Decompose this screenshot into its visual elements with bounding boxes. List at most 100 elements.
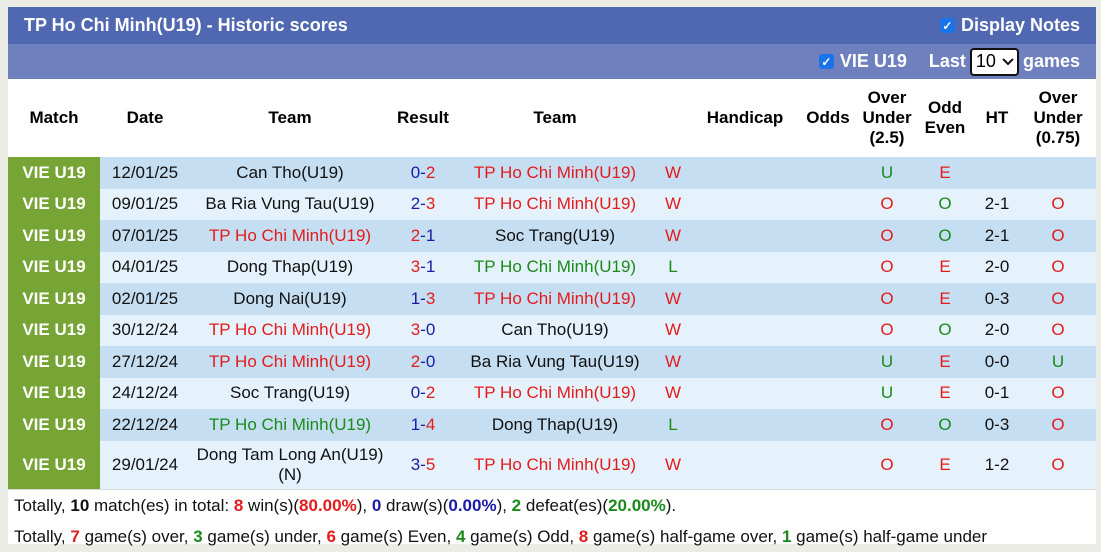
filter-bar: ✓ VIE U19 Last 10 games [8, 44, 1096, 79]
summary-text: match(es) in total: [89, 495, 234, 515]
col-ht: HT [985, 108, 1009, 127]
ht-score-cell [974, 157, 1020, 189]
summary-text: ), [496, 495, 512, 515]
score-cell[interactable]: 3-0 [390, 314, 456, 346]
league-filter-toggle[interactable]: ✓ VIE U19 [818, 51, 907, 72]
score-cell[interactable]: 3-1 [390, 251, 456, 283]
ht-score-cell: 2-0 [974, 314, 1020, 346]
home-team-cell[interactable]: TP Ho Chi Minh(U19) [190, 220, 390, 252]
score-cell[interactable]: 2-0 [390, 346, 456, 378]
away-team-cell[interactable]: Ba Ria Vung Tau(U19) [456, 346, 654, 378]
display-notes-toggle[interactable]: ✓ Display Notes [939, 15, 1080, 36]
league-filter-checkbox[interactable]: ✓ [818, 54, 834, 69]
away-team-cell[interactable]: TP Ho Chi Minh(U19) [456, 377, 654, 409]
home-score: 1 [410, 288, 421, 308]
league-cell[interactable]: VIE U19 [8, 377, 100, 409]
league-cell[interactable]: VIE U19 [8, 251, 100, 283]
result-letter-cell: L [654, 251, 692, 283]
home-team-cell[interactable]: TP Ho Chi Minh(U19) [190, 409, 390, 441]
away-team-cell[interactable]: TP Ho Chi Minh(U19) [456, 188, 654, 220]
ht-over-under-cell: O [1020, 283, 1096, 315]
handicap-cell [692, 346, 798, 378]
ht-score-cell: 0-0 [974, 346, 1020, 378]
historic-scores-panel: TP Ho Chi Minh(U19) - Historic scores ✓ … [8, 7, 1096, 546]
home-team-cell[interactable]: Dong Nai(U19) [190, 283, 390, 315]
summary-text: defeat(es)( [521, 495, 609, 515]
odd-even-cell: E [916, 440, 974, 489]
score-cell[interactable]: 1-3 [390, 283, 456, 315]
odd-even-cell: E [916, 157, 974, 189]
col-match: Match [29, 108, 79, 127]
over-under-cell: O [858, 314, 916, 346]
result-letter-cell: W [654, 314, 692, 346]
table-row: VIE U19 24/12/24 Soc Trang(U19) 0-2 TP Ho Ch… [8, 377, 1096, 409]
league-cell[interactable]: VIE U19 [8, 314, 100, 346]
ht-over-under-cell: O [1020, 188, 1096, 220]
handicap-cell [692, 188, 798, 220]
summary-text: ), [356, 495, 372, 515]
home-team-cell[interactable]: TP Ho Chi Minh(U19) [190, 314, 390, 346]
table-row: VIE U19 12/01/25 Can Tho(U19) 0-2 TP Ho Chi … [8, 157, 1096, 189]
league-cell[interactable]: VIE U19 [8, 283, 100, 315]
ht-over-under-cell: O [1020, 251, 1096, 283]
league-cell[interactable]: VIE U19 [8, 440, 100, 489]
odd-even-cell: E [916, 283, 974, 315]
home-team-cell[interactable]: TP Ho Chi Minh(U19) [190, 346, 390, 378]
ht-score-cell: 2-0 [974, 251, 1020, 283]
over-under-cell: U [858, 377, 916, 409]
away-team-cell[interactable]: Soc Trang(U19) [456, 220, 654, 252]
display-notes-checkbox[interactable]: ✓ [939, 18, 955, 33]
score-cell[interactable]: 3-5 [390, 440, 456, 489]
table-row: VIE U19 29/01/24 Dong Tam Long An(U19) (N) 3… [8, 440, 1096, 489]
score-cell[interactable]: 1-4 [390, 409, 456, 441]
league-cell[interactable]: VIE U19 [8, 220, 100, 252]
ht-score-cell: 0-3 [974, 409, 1020, 441]
result-letter-cell: W [654, 157, 692, 189]
odds-cell [798, 157, 858, 189]
league-cell[interactable]: VIE U19 [8, 409, 100, 441]
home-team-cell[interactable]: Soc Trang(U19) [190, 377, 390, 409]
score-cell[interactable]: 2-1 [390, 220, 456, 252]
summary-value: 10 [70, 495, 90, 515]
away-score: 4 [425, 414, 436, 434]
home-score: 1 [410, 414, 421, 434]
odds-cell [798, 440, 858, 489]
home-score: 0 [410, 383, 421, 403]
summary-value: 8 [578, 526, 589, 546]
away-score: 2 [425, 383, 436, 403]
away-team-cell[interactable]: TP Ho Chi Minh(U19) [456, 440, 654, 489]
odds-cell [798, 314, 858, 346]
away-team-cell[interactable]: Dong Thap(U19) [456, 409, 654, 441]
over-under-cell: O [858, 251, 916, 283]
league-cell[interactable]: VIE U19 [8, 188, 100, 220]
away-score: 1 [425, 257, 436, 277]
date-cell: 22/12/24 [100, 409, 190, 441]
last-games-select[interactable]: 10 [969, 47, 1019, 76]
home-team-cell[interactable]: Dong Tam Long An(U19) (N) [190, 440, 390, 489]
home-team-cell[interactable]: Dong Thap(U19) [190, 251, 390, 283]
col-date: Date [126, 108, 164, 127]
handicap-cell [692, 220, 798, 252]
home-team-cell[interactable]: Can Tho(U19) [190, 157, 390, 189]
handicap-cell [692, 409, 798, 441]
result-letter-cell: W [654, 220, 692, 252]
away-team-cell[interactable]: TP Ho Chi Minh(U19) [456, 157, 654, 189]
score-cell[interactable]: 0-2 [390, 157, 456, 189]
home-team-cell[interactable]: Ba Ria Vung Tau(U19) [190, 188, 390, 220]
odd-even-cell: O [916, 314, 974, 346]
over-under-cell: U [858, 157, 916, 189]
away-team-cell[interactable]: TP Ho Chi Minh(U19) [456, 283, 654, 315]
summary-value: 4 [455, 526, 466, 546]
away-team-cell[interactable]: Can Tho(U19) [456, 314, 654, 346]
title-bar: TP Ho Chi Minh(U19) - Historic scores ✓ … [8, 7, 1096, 44]
score-cell[interactable]: 2-3 [390, 188, 456, 220]
date-cell: 27/12/24 [100, 346, 190, 378]
league-cell[interactable]: VIE U19 [8, 346, 100, 378]
summary-value: 1 [781, 526, 792, 546]
league-cell[interactable]: VIE U19 [8, 157, 100, 189]
ht-score-cell: 2-1 [974, 188, 1020, 220]
col-result-letter [654, 79, 692, 157]
table-header-row: Match Date Team Result Team Handicap Odd… [8, 79, 1096, 157]
score-cell[interactable]: 0-2 [390, 377, 456, 409]
away-team-cell[interactable]: TP Ho Chi Minh(U19) [456, 251, 654, 283]
